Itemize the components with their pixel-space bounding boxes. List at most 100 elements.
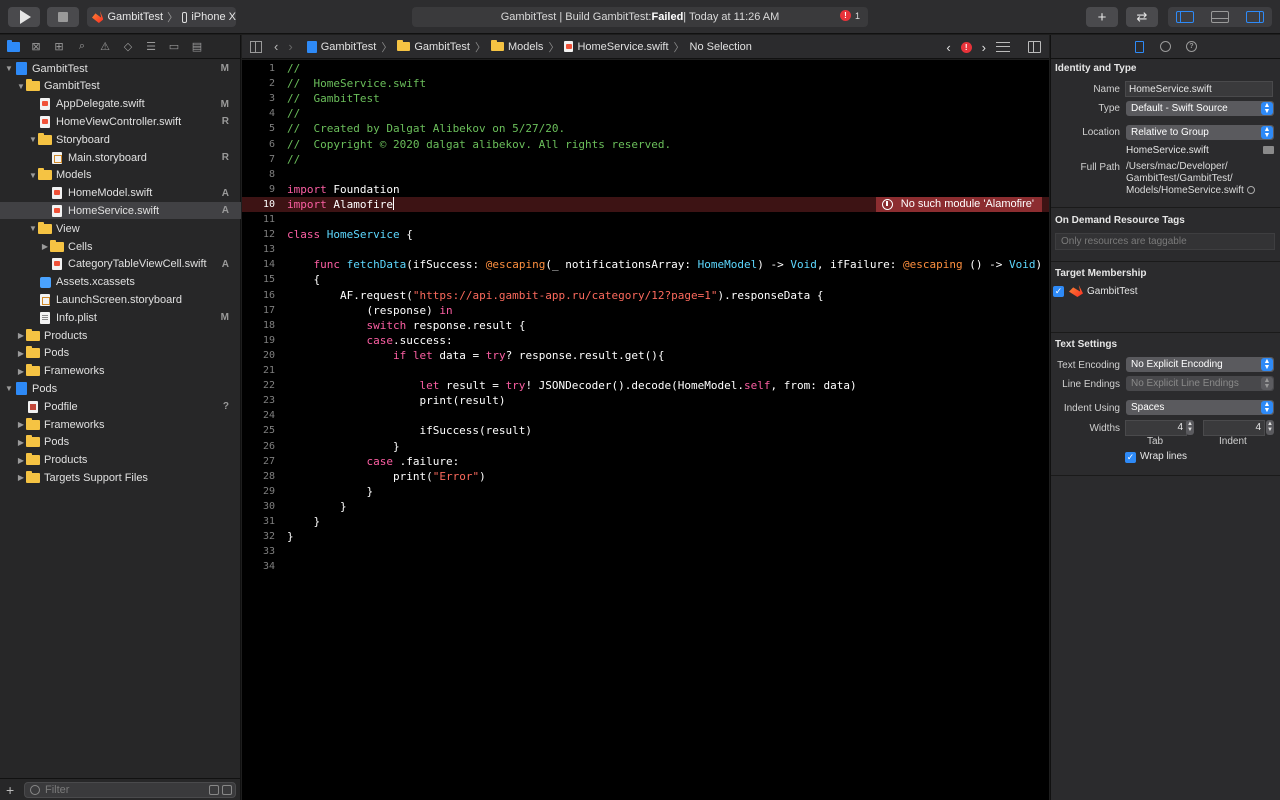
breakpoint-navigator-tab-icon[interactable]: ▭: [167, 40, 181, 54]
file-tree-row[interactable]: ▶ Targets Support Files: [0, 469, 241, 486]
indent-using-popup[interactable]: Spaces ▲ ▼: [1126, 400, 1274, 415]
file-tree-row[interactable]: Main.storyboard R: [0, 149, 241, 166]
disclosure-collapsed-icon[interactable]: ▶: [16, 438, 26, 447]
indent-width-field[interactable]: 4: [1203, 420, 1265, 436]
code-line[interactable]: 19 case.success:: [242, 333, 1049, 348]
file-tree-row[interactable]: Info.plist M: [0, 309, 241, 326]
reveal-in-finder-icon[interactable]: [1246, 186, 1255, 194]
name-field[interactable]: HomeService.swift: [1125, 81, 1273, 97]
file-tree-row[interactable]: ▼ Pods: [0, 380, 241, 397]
file-tree-row[interactable]: Podfile?: [0, 398, 241, 415]
code-line[interactable]: 32}: [242, 529, 1049, 544]
file-tree-row[interactable]: HomeService.swift A: [0, 202, 241, 220]
error-code-line[interactable]: 10 import Alamofire No such module 'Alamof…: [242, 196, 1049, 212]
editor-options-icon[interactable]: [996, 42, 1010, 52]
disclosure-collapsed-icon[interactable]: ▶: [16, 349, 26, 358]
target-checkbox[interactable]: ✓: [1053, 286, 1064, 297]
add-file-icon[interactable]: +: [6, 782, 18, 798]
disclosure-collapsed-icon[interactable]: ▶: [40, 242, 50, 251]
breadcrumb-item[interactable]: Models: [490, 40, 543, 53]
code-line[interactable]: 34: [242, 559, 1049, 574]
split-editor-icon[interactable]: [1028, 41, 1041, 53]
file-tree-row[interactable]: LaunchScreen.storyboard: [0, 291, 241, 308]
error-annotation[interactable]: No such module 'Alamofire': [875, 196, 1042, 212]
file-tree-row[interactable]: HomeModel.swift A: [0, 185, 241, 202]
source-editor[interactable]: 1 // 2 // HomeService.swift 3 // GambitTest 4 /…: [242, 60, 1049, 800]
file-inspector-tab[interactable]: [1134, 40, 1146, 53]
code-line[interactable]: 33: [242, 544, 1049, 559]
wrap-lines-checkbox[interactable]: ✓: [1125, 452, 1136, 463]
code-line[interactable]: 13: [242, 242, 1049, 257]
type-popup[interactable]: Default - Swift Source ▲ ▼: [1126, 101, 1274, 116]
code-line[interactable]: 18 switch response.result {: [242, 318, 1049, 333]
code-line[interactable]: 9 import Foundation: [242, 182, 1049, 197]
file-tree-row[interactable]: ▶ Frameworks: [0, 363, 241, 380]
indent-width-stepper[interactable]: ▲ ▼: [1266, 420, 1274, 435]
code-line[interactable]: 5 // Created by Dalgat Alibekov on 5/27/2…: [242, 121, 1049, 136]
previous-issue-icon[interactable]: ‹: [946, 40, 950, 55]
issue-navigator-tab-icon[interactable]: ⚠: [98, 40, 112, 54]
source-control-filter-icon[interactable]: [222, 784, 232, 795]
device-name[interactable]: iPhone X: [191, 11, 236, 23]
scheme-selector[interactable]: GambitTest 〉 iPhone X: [87, 7, 236, 27]
code-line[interactable]: 7 //: [242, 152, 1049, 167]
debug-navigator-tab-icon[interactable]: ☰: [144, 40, 158, 54]
history-inspector-tab[interactable]: [1160, 41, 1172, 53]
choose-file-folder-icon[interactable]: [1263, 146, 1274, 154]
breadcrumb-item[interactable]: HomeService.swift: [564, 41, 669, 53]
code-line[interactable]: 8: [242, 167, 1049, 182]
file-tree-row[interactable]: ▼ GambitTest: [0, 78, 241, 95]
activity-viewer[interactable]: GambitTest | Build GambitTest: Failed | …: [412, 7, 868, 27]
file-tree-row[interactable]: Assets.xcassets: [0, 274, 241, 291]
code-line[interactable]: 16 AF.request("https://api.gambit-app.ru…: [242, 288, 1049, 303]
code-line[interactable]: 11: [242, 212, 1049, 227]
symbol-navigator-tab-icon[interactable]: ⊞: [52, 40, 66, 54]
disclosure-expanded-icon[interactable]: ▼: [28, 135, 38, 144]
breadcrumb-item[interactable]: No Selection: [690, 41, 752, 53]
file-tree-row[interactable]: ▼ GambitTest M: [0, 60, 241, 77]
file-tree-row[interactable]: ▶ Products: [0, 327, 241, 344]
breadcrumb-item[interactable]: GambitTest: [397, 40, 470, 53]
code-line[interactable]: 12 class HomeService {: [242, 227, 1049, 242]
code-review-button[interactable]: ⇄: [1126, 7, 1158, 27]
file-tree-row[interactable]: ▶ Cells: [0, 238, 241, 255]
code-line[interactable]: 29 }: [242, 484, 1049, 499]
file-tree-row[interactable]: ▶ Products: [0, 452, 241, 469]
code-line[interactable]: 27 case .failure:: [242, 454, 1049, 469]
code-line[interactable]: 4 //: [242, 106, 1049, 121]
disclosure-collapsed-icon[interactable]: ▶: [16, 473, 26, 482]
file-tree-row[interactable]: ▼ Models: [0, 167, 241, 184]
code-line[interactable]: 20 if let data = try? response.result.ge…: [242, 348, 1049, 363]
file-tree-row[interactable]: ▶ Pods: [0, 345, 241, 362]
file-tree-row[interactable]: ▼ View: [0, 220, 241, 237]
file-tree-row[interactable]: ▶ Pods: [0, 434, 241, 451]
back-icon[interactable]: ‹: [274, 39, 278, 54]
disclosure-collapsed-icon[interactable]: ▶: [16, 367, 26, 376]
code-line[interactable]: 21: [242, 363, 1049, 378]
report-navigator-tab-icon[interactable]: ▤: [190, 40, 204, 54]
disclosure-expanded-icon[interactable]: ▼: [28, 171, 38, 180]
code-line[interactable]: 28 print("Error"): [242, 469, 1049, 484]
stop-button[interactable]: [47, 7, 79, 27]
navigator-toggle-icon[interactable]: [1176, 11, 1195, 23]
find-navigator-tab-icon[interactable]: ⌕: [75, 40, 89, 54]
location-popup[interactable]: Relative to Group ▲ ▼: [1126, 125, 1274, 140]
tab-width-stepper[interactable]: ▲ ▼: [1186, 420, 1194, 435]
run-button[interactable]: [8, 7, 40, 27]
issue-error-icon[interactable]: !: [960, 41, 972, 53]
library-button[interactable]: +: [1086, 7, 1118, 27]
code-line[interactable]: 1 //: [242, 61, 1049, 76]
disclosure-expanded-icon[interactable]: ▼: [4, 384, 14, 393]
test-navigator-tab-icon[interactable]: ◇: [121, 40, 135, 54]
file-tree-row[interactable]: HomeViewController.swift R: [0, 113, 241, 130]
disclosure-collapsed-icon[interactable]: ▶: [16, 456, 26, 465]
file-tree-row[interactable]: ▶ Frameworks: [0, 416, 241, 433]
inspector-toggle-icon[interactable]: [1245, 11, 1264, 23]
related-items-icon[interactable]: [250, 40, 262, 53]
debug-area-toggle-icon[interactable]: [1210, 11, 1229, 23]
code-line[interactable]: 31 }: [242, 514, 1049, 529]
breadcrumb-item[interactable]: GambitTest: [306, 40, 376, 53]
quick-help-tab[interactable]: ?: [1186, 41, 1198, 53]
code-line[interactable]: 26 }: [242, 439, 1049, 454]
code-line[interactable]: 15 {: [242, 272, 1049, 287]
